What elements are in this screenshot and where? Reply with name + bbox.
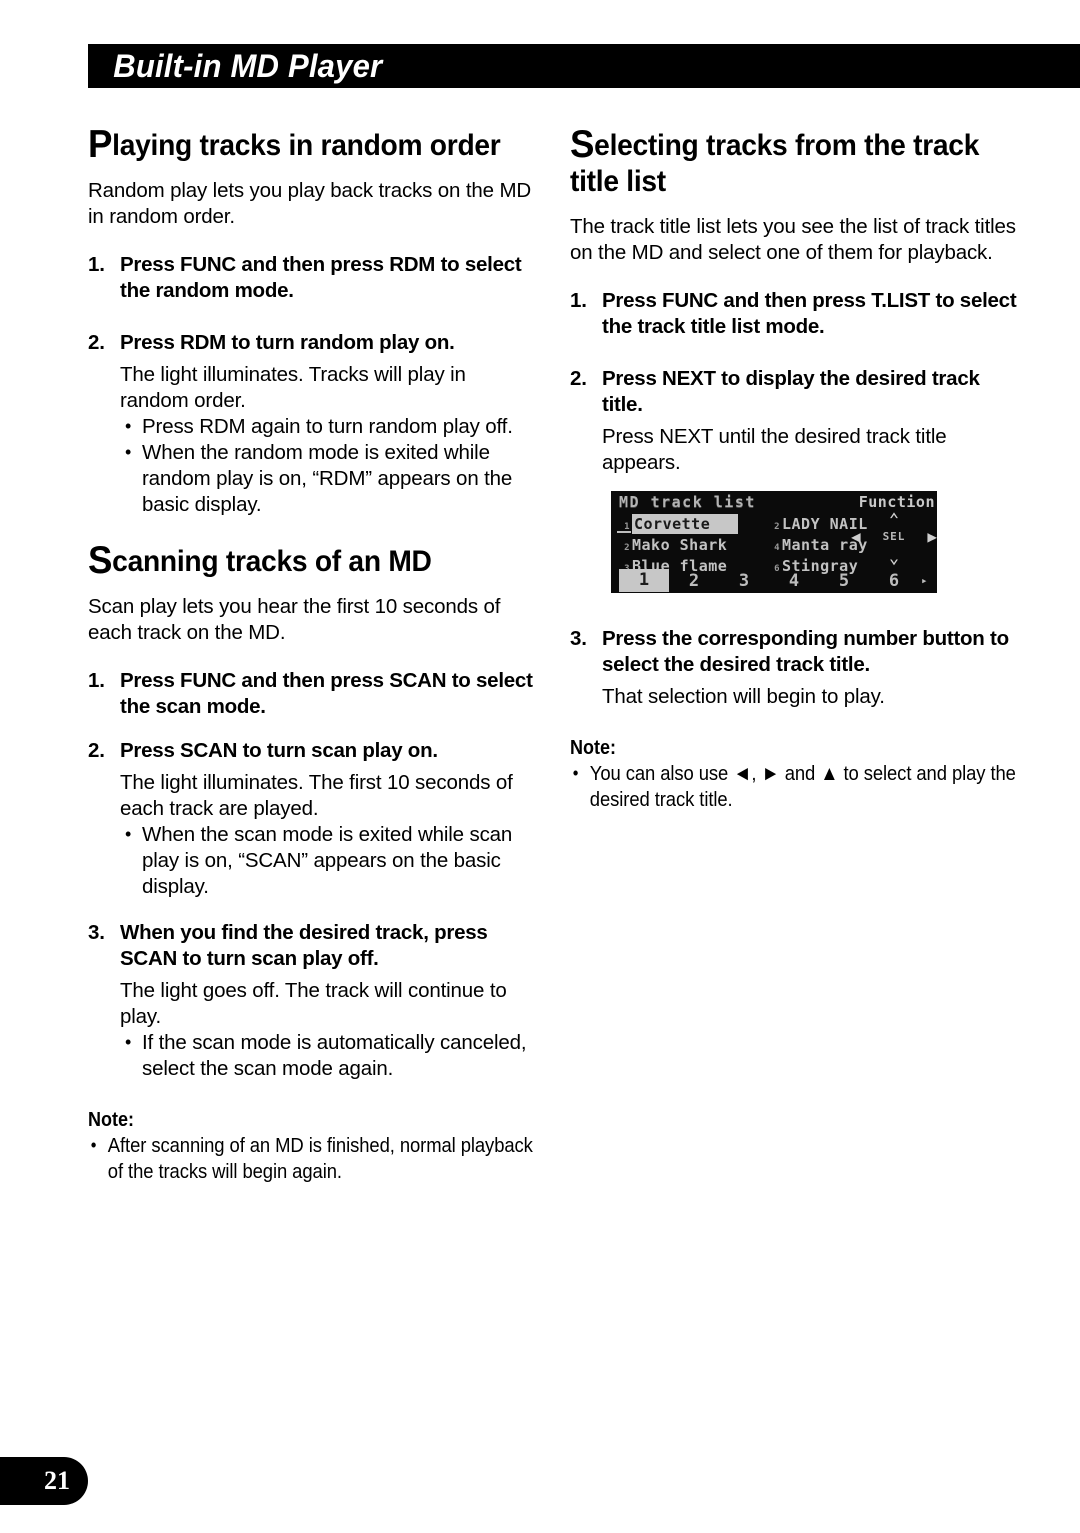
intro-random-play: Random play lets you play back tracks on… (88, 179, 532, 228)
step-scan-2: 2. Press SCAN to turn scan play on. (88, 738, 536, 764)
lcd-number-button[interactable]: 5 (819, 571, 869, 591)
lcd-track-label: Mako Shark (632, 535, 728, 554)
arrow-right-icon[interactable]: ▶ (927, 527, 937, 546)
step-body: That selection will begin to play. (602, 685, 885, 708)
step-number: 3. (88, 921, 105, 944)
step-body: The light illuminates. Tracks will play … (120, 363, 466, 412)
step-title: Press the corresponding number button to… (602, 627, 1009, 676)
lcd-track-column-left: 1 Corvette 2 Mako Shark 3 Blue flame (619, 513, 769, 576)
lcd-track-number: 2 (624, 542, 630, 553)
heading-selecting-tracks: Selecting tracks from the track title li… (570, 125, 1016, 200)
lcd-number-button[interactable]: 4 (769, 571, 819, 591)
note-label: Note: (570, 737, 616, 759)
step-number: 1. (570, 289, 587, 312)
lcd-track-label: Corvette (632, 513, 739, 534)
step-scan-1: 1. Press FUNC and then press SCAN to sel… (88, 668, 536, 720)
step-title: Press FUNC and then press SCAN to select… (120, 669, 533, 718)
list-item: You can also use ◄, ► and ▲ to select an… (570, 760, 1018, 813)
bullet-list-random: Press RDM again to turn random play off.… (120, 413, 536, 518)
note-list: After scanning of an MD is finished, nor… (88, 1132, 536, 1185)
arrow-more-right-icon[interactable]: ▸ (921, 574, 928, 587)
heading-dropcap: S (570, 123, 595, 166)
lcd-pad-middle-row: ◀ SEL ▶ (851, 527, 937, 546)
step-number: 2. (88, 739, 105, 762)
heading-dropcap: P (88, 123, 113, 166)
list-item: After scanning of an MD is finished, nor… (88, 1132, 536, 1185)
lcd-direction-pad: ⌃ ◀ SEL ▶ ⌄ (851, 511, 937, 573)
heading-dropcap: S (88, 539, 113, 582)
lcd-number-button[interactable]: 3 (719, 571, 769, 591)
step-title: When you find the desired track, press S… (120, 921, 488, 970)
right-column: Selecting tracks from the track title li… (570, 125, 1018, 813)
page-header-banner: Built-in MD Player (88, 44, 1080, 88)
page-title: Built-in MD Player (113, 47, 383, 84)
step-tlist-1: 1. Press FUNC and then press T.LIST to s… (570, 288, 1018, 340)
heading-rest: canning tracks of an MD (112, 545, 432, 578)
chevron-down-icon[interactable]: ⌄ (881, 550, 907, 567)
heading-scanning-tracks: Scanning tracks of an MD (88, 541, 534, 580)
lcd-track-number: 2 (774, 521, 780, 532)
note-label: Note: (88, 1109, 134, 1131)
step-random-2: 2. Press RDM to turn random play on. (88, 330, 536, 356)
left-column: Playing tracks in random order Random pl… (88, 125, 536, 1185)
lcd-select-label[interactable]: SEL (883, 530, 906, 543)
note-block-right: Note: You can also use ◄, ► and ▲ to sel… (570, 736, 1018, 813)
step-random-1: 1. Press FUNC and then press RDM to sele… (88, 252, 536, 304)
step-title: Press RDM to turn random play on. (120, 331, 455, 354)
lcd-number-strip: 1 2 3 4 5 6 ▸ (611, 568, 937, 593)
arrow-left-icon[interactable]: ◀ (851, 527, 861, 546)
step-title: Press FUNC and then press RDM to select … (120, 253, 522, 302)
step-number: 2. (88, 331, 105, 354)
step-body: Press NEXT until the desired track title… (602, 425, 947, 474)
step-number: 1. (88, 669, 105, 692)
step-number: 3. (570, 627, 587, 650)
step-number: 1. (88, 253, 105, 276)
bullet-list-scan-3: If the scan mode is automatically cancel… (120, 1029, 536, 1082)
page-number-tab: 21 (0, 1457, 88, 1505)
page-number: 21 (44, 1466, 70, 1495)
step-tlist-3: 3. Press the corresponding number button… (570, 626, 1018, 678)
list-item: If the scan mode is automatically cancel… (120, 1029, 536, 1082)
bullet-list-scan-2: When the scan mode is exited while scan … (120, 821, 536, 900)
note-list: You can also use ◄, ► and ▲ to select an… (570, 760, 1018, 813)
lcd-track-number: 1 (624, 521, 630, 532)
note-block-left: Note: After scanning of an MD is finishe… (88, 1108, 536, 1185)
lcd-function-label: Function (858, 493, 935, 511)
lcd-track-item[interactable]: 2 Mako Shark (619, 534, 769, 555)
lcd-number-button[interactable]: 1 (619, 569, 669, 592)
lcd-track-item[interactable]: 1 Corvette (619, 513, 769, 534)
step-title: Press FUNC and then press T.LIST to sele… (602, 289, 1017, 338)
heading-rest: laying tracks in random order (112, 129, 501, 162)
step-scan-3: 3. When you find the desired track, pres… (88, 920, 536, 972)
step-title: Press NEXT to display the desired track … (602, 367, 980, 416)
step-number: 2. (570, 367, 587, 390)
list-item: When the random mode is exited while ran… (120, 439, 536, 518)
step-body: The light illuminates. The first 10 seco… (120, 771, 513, 820)
chevron-up-icon[interactable]: ⌃ (881, 512, 907, 529)
lcd-number-button[interactable]: 2 (669, 571, 719, 591)
lcd-display-figure: MD track list Function 1 Corvette 2 Mako… (608, 488, 940, 596)
intro-track-title-list: The track title list lets you see the li… (570, 215, 1016, 264)
step-tlist-2: 2. Press NEXT to display the desired tra… (570, 366, 1018, 418)
step-body: The light goes off. The track will conti… (120, 979, 507, 1028)
heading-rest: electing tracks from the track title lis… (570, 129, 980, 198)
lcd-number-button[interactable]: 6 (869, 571, 919, 591)
lcd-track-number: 4 (774, 542, 780, 553)
step-title: Press SCAN to turn scan play on. (120, 739, 438, 762)
intro-scan-play: Scan play lets you hear the first 10 sec… (88, 595, 501, 644)
lcd-title-label: MD track list (619, 493, 756, 511)
heading-playing-tracks-random: Playing tracks in random order (88, 125, 534, 164)
list-item: Press RDM again to turn random play off. (120, 413, 536, 440)
list-item: When the scan mode is exited while scan … (120, 821, 536, 900)
